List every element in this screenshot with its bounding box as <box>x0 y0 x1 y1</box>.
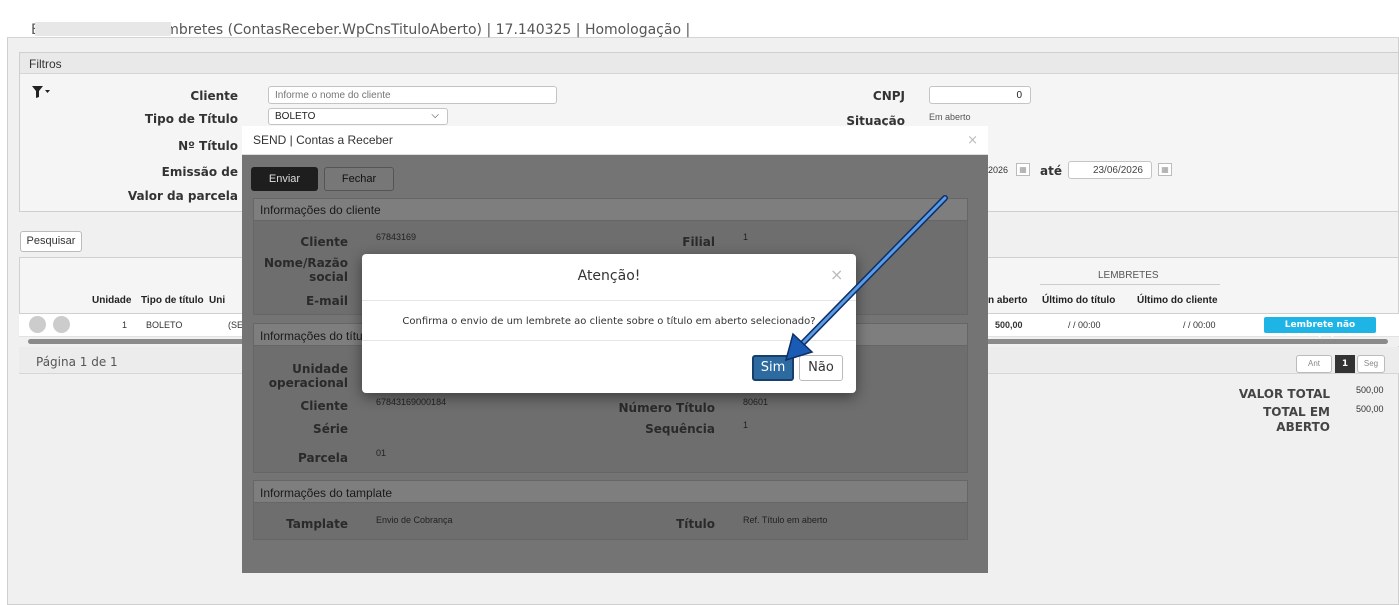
annotation-arrow-icon <box>784 195 948 362</box>
